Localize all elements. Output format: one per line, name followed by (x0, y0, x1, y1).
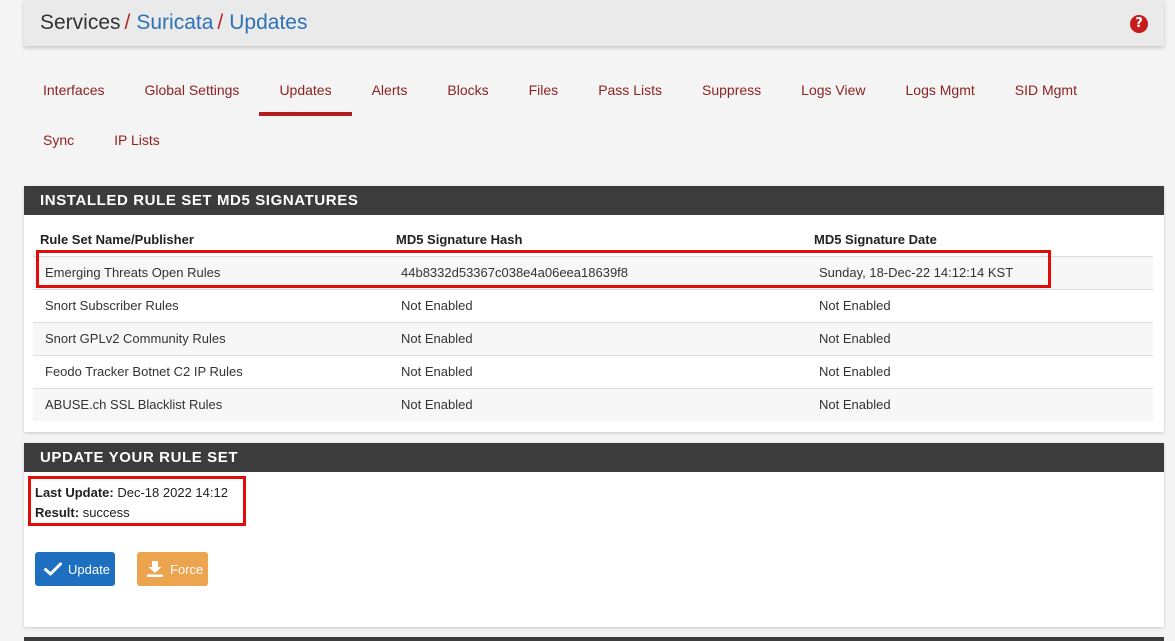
table-row: Feodo Tracker Botnet C2 IP Rules Not Ena… (33, 354, 1153, 388)
update-button-label: Update (68, 561, 110, 577)
page-header: Services / Suricata / Updates ? (24, 0, 1164, 46)
breadcrumb-separator: / (217, 11, 224, 34)
force-button-label: Force (170, 561, 204, 577)
tab-logs-view[interactable]: Logs View (781, 66, 885, 116)
tab-interfaces[interactable]: Interfaces (23, 66, 124, 116)
update-button[interactable]: Update (35, 552, 115, 586)
panel-title: INSTALLED RULE SET MD5 SIGNATURES (24, 186, 1164, 215)
tab-blocks[interactable]: Blocks (427, 66, 508, 116)
tab-logs-mgmt[interactable]: Logs Mgmt (886, 66, 995, 116)
breadcrumb-suricata[interactable]: Suricata (136, 11, 213, 34)
md5-date: Not Enabled (807, 354, 1153, 388)
rule-set-name: ABUSE.ch SSL Blacklist Rules (33, 387, 389, 421)
highlight-box (28, 476, 246, 526)
md5-hash: Not Enabled (389, 321, 807, 355)
breadcrumb: Services / Suricata / Updates (40, 10, 307, 36)
breadcrumb-updates[interactable]: Updates (229, 11, 307, 34)
download-icon (147, 561, 163, 577)
md5-signatures-panel: INSTALLED RULE SET MD5 SIGNATURES Rule S… (24, 186, 1164, 432)
md5-table: Rule Set Name/Publisher MD5 Signature Ha… (33, 215, 1153, 421)
tab-suppress[interactable]: Suppress (682, 66, 781, 116)
tab-bar: Interfaces Global Settings Updates Alert… (23, 66, 1163, 166)
tab-sid-mgmt[interactable]: SID Mgmt (995, 66, 1097, 116)
table-row: Snort Subscriber Rules Not Enabled Not E… (33, 288, 1153, 322)
highlight-box (36, 250, 1051, 288)
tab-files[interactable]: Files (509, 66, 579, 116)
check-icon (44, 562, 62, 576)
md5-hash: Not Enabled (389, 354, 807, 388)
md5-hash: Not Enabled (389, 288, 807, 322)
tab-ip-lists[interactable]: IP Lists (94, 116, 180, 166)
panel-title: UPDATE YOUR RULE SET (24, 443, 1164, 472)
tab-pass-lists[interactable]: Pass Lists (578, 66, 682, 116)
rule-set-name: Snort Subscriber Rules (33, 288, 389, 322)
next-panel-header (24, 637, 1164, 641)
rule-set-name: Feodo Tracker Botnet C2 IP Rules (33, 354, 389, 388)
md5-date: Not Enabled (807, 321, 1153, 355)
breadcrumb-separator: / (124, 11, 131, 34)
question-circle-icon[interactable]: ? (1130, 15, 1148, 33)
tab-sync[interactable]: Sync (23, 116, 94, 166)
breadcrumb-services: Services (40, 11, 121, 34)
table-row: ABUSE.ch SSL Blacklist Rules Not Enabled… (33, 387, 1153, 421)
md5-date: Not Enabled (807, 288, 1153, 322)
tab-updates[interactable]: Updates (259, 66, 352, 116)
table-row: Snort GPLv2 Community Rules Not Enabled … (33, 321, 1153, 355)
update-rule-set-panel: UPDATE YOUR RULE SET Last Update: Dec-18… (24, 443, 1164, 627)
md5-hash: Not Enabled (389, 387, 807, 421)
md5-date: Not Enabled (807, 387, 1153, 421)
tab-global-settings[interactable]: Global Settings (124, 66, 259, 116)
tab-alerts[interactable]: Alerts (352, 66, 428, 116)
force-button[interactable]: Force (137, 552, 208, 586)
rule-set-name: Snort GPLv2 Community Rules (33, 321, 389, 355)
